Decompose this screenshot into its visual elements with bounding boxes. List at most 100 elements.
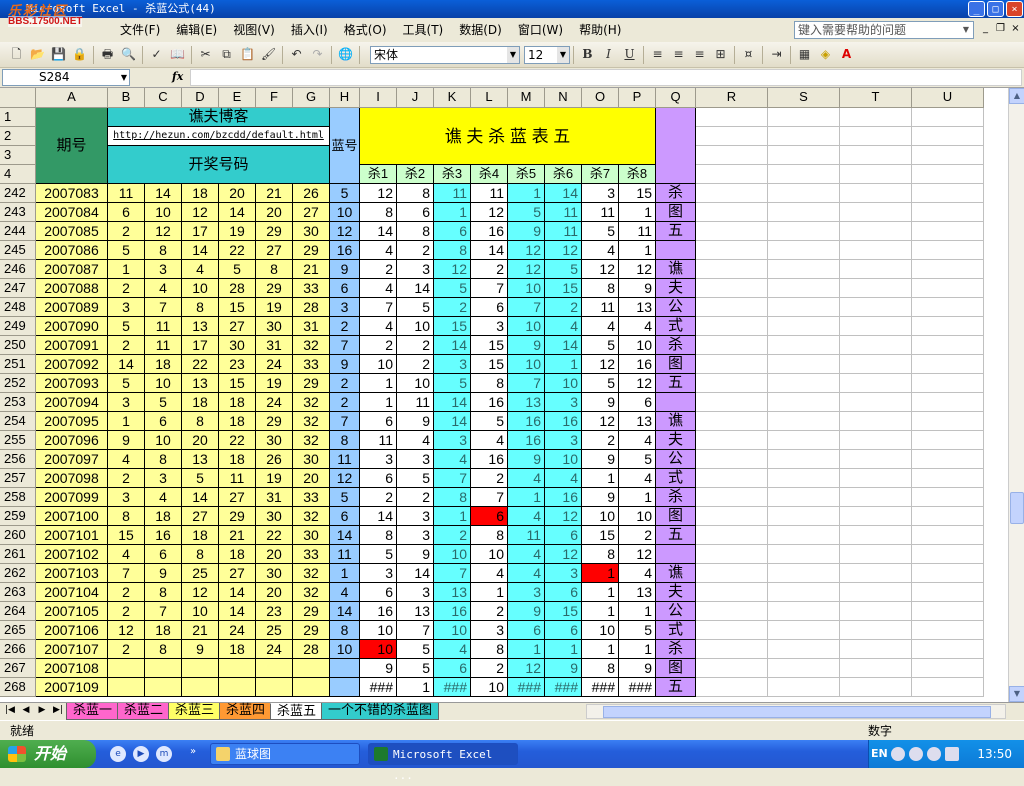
kill-cell[interactable]: 3	[397, 507, 434, 526]
kill-cell[interactable]: 11	[545, 203, 582, 222]
red-ball-cell[interactable]: 8	[182, 412, 219, 431]
red-ball-cell[interactable]: 4	[108, 545, 145, 564]
row-header[interactable]: 254	[0, 412, 36, 431]
red-ball-cell[interactable]: 29	[293, 621, 330, 640]
red-ball-cell[interactable]: 4	[145, 279, 182, 298]
kill-cell[interactable]: ###	[545, 678, 582, 697]
kill-cell[interactable]: 14	[360, 222, 397, 241]
kill-cell[interactable]: 1	[471, 583, 508, 602]
cut-icon[interactable]: ✂	[195, 44, 216, 65]
column-header[interactable]: F	[256, 88, 293, 108]
row-header[interactable]: 249	[0, 317, 36, 336]
column-header[interactable]: U	[912, 88, 984, 108]
red-ball-cell[interactable]: 7	[108, 564, 145, 583]
kill-cell[interactable]: 2	[397, 355, 434, 374]
kill-cell[interactable]: 10	[619, 507, 656, 526]
kill-cell[interactable]: 3	[397, 526, 434, 545]
empty-cell[interactable]	[696, 507, 768, 526]
side-banner-cell[interactable]: 夫	[656, 431, 696, 450]
messenger-icon[interactable]: m	[156, 746, 172, 762]
kill-cell[interactable]: 1	[434, 203, 471, 222]
kill-cell[interactable]: 5	[582, 336, 619, 355]
column-header[interactable]: N	[545, 88, 582, 108]
kill-cell[interactable]: 12	[619, 545, 656, 564]
empty-cell[interactable]	[840, 431, 912, 450]
empty-cell[interactable]	[840, 146, 912, 165]
red-ball-cell[interactable]: 11	[145, 336, 182, 355]
blue-ball-cell[interactable]: 4	[330, 583, 360, 602]
row-header[interactable]: 2	[0, 127, 36, 146]
blue-ball-cell[interactable]: 9	[330, 260, 360, 279]
blue-ball-cell[interactable]: 11	[330, 450, 360, 469]
red-ball-cell[interactable]	[293, 678, 330, 697]
period-cell[interactable]: 2007087	[36, 260, 108, 279]
red-ball-cell[interactable]: 27	[219, 317, 256, 336]
red-ball-cell[interactable]: 5	[108, 374, 145, 393]
kill-cell[interactable]: 8	[397, 222, 434, 241]
empty-cell[interactable]	[768, 526, 840, 545]
period-cell[interactable]: 2007092	[36, 355, 108, 374]
red-ball-cell[interactable]	[293, 659, 330, 678]
kill-cell[interactable]: 2	[360, 260, 397, 279]
scroll-thumb[interactable]	[1010, 492, 1024, 524]
sheet-tab[interactable]: 一个不错的杀蓝图	[321, 703, 439, 720]
side-banner-cell[interactable]: 图	[656, 507, 696, 526]
side-banner-cell[interactable]	[656, 545, 696, 564]
red-ball-cell[interactable]: 22	[219, 431, 256, 450]
empty-cell[interactable]	[840, 621, 912, 640]
empty-cell[interactable]	[912, 393, 984, 412]
red-ball-cell[interactable]: 8	[256, 260, 293, 279]
red-ball-cell[interactable]: 20	[182, 431, 219, 450]
column-header[interactable]: I	[360, 88, 397, 108]
empty-cell[interactable]	[912, 260, 984, 279]
empty-cell[interactable]	[840, 222, 912, 241]
red-ball-cell[interactable]: 1	[108, 260, 145, 279]
column-header[interactable]: S	[768, 88, 840, 108]
kill-header[interactable]: 杀6	[545, 165, 582, 184]
empty-cell[interactable]	[840, 412, 912, 431]
period-cell[interactable]: 2007083	[36, 184, 108, 203]
empty-cell[interactable]	[840, 355, 912, 374]
kill-cell[interactable]: 14	[434, 412, 471, 431]
blue-ball-cell[interactable]: 9	[330, 355, 360, 374]
empty-cell[interactable]	[912, 108, 984, 127]
red-ball-cell[interactable]: 18	[182, 184, 219, 203]
red-ball-cell[interactable]: 14	[219, 203, 256, 222]
kill-cell[interactable]: 4	[545, 317, 582, 336]
kill-cell[interactable]: 4	[434, 450, 471, 469]
row-header[interactable]: 263	[0, 583, 36, 602]
kill-cell[interactable]: 15	[582, 526, 619, 545]
kill-cell[interactable]: 16	[545, 412, 582, 431]
kill-cell[interactable]: 4	[508, 469, 545, 488]
column-header[interactable]: M	[508, 88, 545, 108]
red-ball-cell[interactable]: 23	[256, 602, 293, 621]
kill-cell[interactable]: 8	[397, 184, 434, 203]
side-banner-cell[interactable]: 谯	[656, 412, 696, 431]
empty-cell[interactable]	[840, 545, 912, 564]
blue-ball-cell[interactable]: 8	[330, 431, 360, 450]
empty-cell[interactable]	[768, 279, 840, 298]
kill-cell[interactable]: 16	[471, 393, 508, 412]
blue-ball-cell[interactable]	[330, 659, 360, 678]
kill-cell[interactable]: 13	[434, 583, 471, 602]
kill-cell[interactable]: 1	[582, 469, 619, 488]
red-ball-cell[interactable]: 30	[219, 336, 256, 355]
kill-cell[interactable]: 11	[434, 184, 471, 203]
kill-cell[interactable]: 11	[471, 184, 508, 203]
kill-cell[interactable]: 5	[471, 412, 508, 431]
row-header[interactable]: 265	[0, 621, 36, 640]
kill-cell[interactable]: 16	[360, 602, 397, 621]
empty-cell[interactable]	[768, 583, 840, 602]
row-header[interactable]: 244	[0, 222, 36, 241]
prev-sheet-icon[interactable]: ◀	[20, 705, 32, 715]
sheet-tab[interactable]: 杀蓝一	[66, 703, 119, 720]
red-ball-cell[interactable]: 32	[293, 412, 330, 431]
chevron-down-icon[interactable]: ▼	[121, 70, 127, 85]
empty-cell[interactable]	[696, 393, 768, 412]
kill-cell[interactable]: 6	[619, 393, 656, 412]
empty-cell[interactable]	[768, 450, 840, 469]
kill-cell[interactable]: 10	[582, 621, 619, 640]
red-ball-cell[interactable]: 20	[256, 545, 293, 564]
kill-cell[interactable]: 7	[360, 298, 397, 317]
kill-cell[interactable]: 10	[545, 450, 582, 469]
